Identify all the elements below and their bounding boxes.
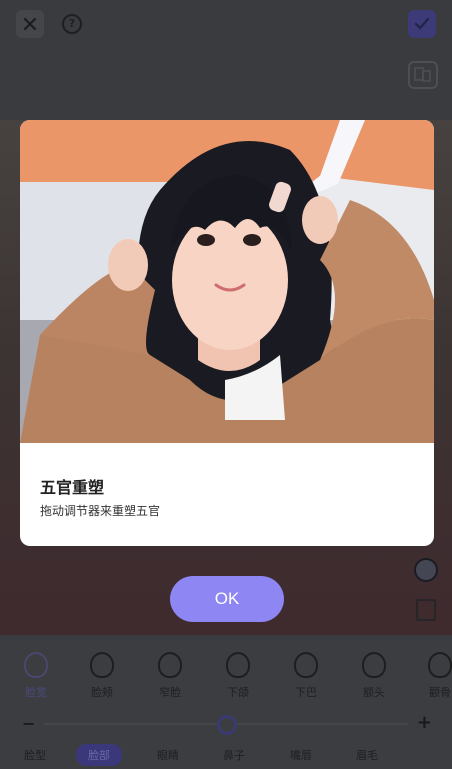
feature-label: 颧骨 (429, 686, 451, 699)
feature-cheekbones[interactable]: 颧骨 (410, 652, 452, 700)
slider-minus-label: − (22, 714, 36, 733)
dialog-title: 五官重塑 (40, 478, 105, 497)
tutorial-photo (20, 120, 434, 443)
feature-chin[interactable]: 下巴 (276, 652, 336, 700)
tab-lips[interactable]: 嘴唇 (290, 747, 312, 763)
close-button[interactable] (16, 10, 44, 38)
category-tabs: 脸型 脸部 眼睛 鼻子 嘴唇 眉毛 (0, 744, 452, 769)
feature-cheeks[interactable]: 脸颊 (72, 652, 132, 700)
feature-jaw[interactable]: 下颌 (208, 652, 268, 700)
top-toolbar: ? (0, 0, 452, 52)
tab-eyes[interactable]: 眼睛 (157, 747, 179, 763)
jaw-icon (226, 652, 250, 678)
dialog-description: 拖动调节器来重塑五官 (40, 504, 161, 518)
reset-icon (414, 558, 438, 582)
feature-label: 下颌 (227, 686, 249, 699)
tab-face[interactable]: 脸部 (76, 744, 122, 766)
feature-label: 脸宽 (25, 686, 47, 699)
feature-narrow-face[interactable]: 窄脸 (140, 652, 200, 700)
feature-label: 下巴 (295, 686, 317, 699)
help-icon: ? (62, 14, 82, 34)
feature-forehead[interactable]: 额头 (344, 652, 404, 700)
feature-list: 脸宽 脸颊 窄脸 下颌 下巴 额头 颧骨 (0, 652, 452, 702)
slider-plus-label: + (416, 712, 432, 733)
feature-label: 脸颊 (91, 686, 113, 699)
intensity-slider[interactable]: − + (0, 712, 452, 736)
reset-button[interactable] (412, 556, 440, 584)
confirm-button[interactable] (408, 10, 436, 38)
compare-icon (414, 67, 431, 82)
checkmark-icon (414, 17, 430, 30)
feature-label: 额头 (363, 686, 385, 699)
cheekbones-icon (428, 652, 452, 678)
narrow-face-icon (158, 652, 182, 678)
face-width-icon (24, 652, 48, 678)
tutorial-dialog: 五官重塑 拖动调节器来重塑五官 (20, 120, 434, 546)
chin-icon (294, 652, 318, 678)
forehead-icon (362, 652, 386, 678)
compare-hold-icon (416, 599, 436, 621)
cheeks-icon (90, 652, 114, 678)
tab-face-shape[interactable]: 脸型 (24, 747, 46, 763)
tab-nose[interactable]: 鼻子 (223, 747, 245, 763)
tab-eyebrows[interactable]: 眉毛 (356, 747, 378, 763)
feature-face-width[interactable]: 脸宽 (6, 652, 66, 700)
compare-hold-button[interactable] (412, 596, 440, 624)
feature-label: 窄脸 (159, 686, 181, 699)
ok-button[interactable]: OK (170, 576, 284, 622)
close-icon (23, 17, 37, 31)
help-button[interactable]: ? (58, 10, 86, 38)
slider-thumb[interactable] (217, 715, 237, 735)
compare-button[interactable] (408, 61, 438, 89)
